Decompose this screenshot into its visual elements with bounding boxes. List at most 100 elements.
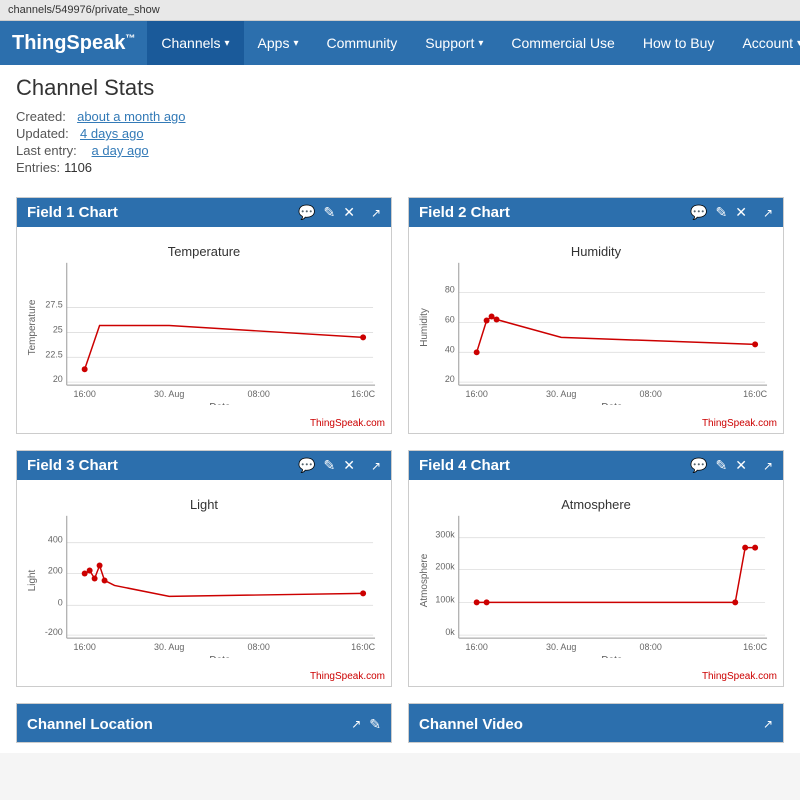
location-export-icon[interactable]: ↗ bbox=[351, 717, 361, 731]
svg-text:Humidity: Humidity bbox=[571, 244, 622, 259]
nav-support[interactable]: Support▾ bbox=[411, 21, 497, 65]
channel-video-title: Channel Video bbox=[419, 716, 523, 733]
field1-chart-icons: 💬 ✎ ✕ ↗ bbox=[298, 204, 381, 221]
url-bar: channels/549976/private_show bbox=[8, 4, 160, 16]
svg-text:25: 25 bbox=[53, 324, 63, 334]
svg-text:08:00: 08:00 bbox=[640, 642, 662, 652]
field3-chart-svg: Light Light -200 0 200 400 16:00 30. Aug… bbox=[25, 488, 383, 658]
field4-chart-title: Field 4 Chart bbox=[419, 457, 510, 474]
field3-export-icon[interactable]: ↗ bbox=[371, 459, 381, 473]
svg-text:16:00: 16:00 bbox=[465, 389, 487, 399]
svg-text:08:00: 08:00 bbox=[640, 389, 662, 399]
svg-text:16:00: 16:00 bbox=[73, 389, 95, 399]
field4-chart-header: Field 4 Chart 💬 ✎ ✕ ↗ bbox=[409, 451, 783, 480]
field1-comment-icon[interactable]: 💬 bbox=[298, 204, 315, 221]
svg-text:30. Aug: 30. Aug bbox=[154, 642, 184, 652]
stat-last-entry: Last entry: a day ago bbox=[16, 143, 784, 158]
svg-text:Light: Light bbox=[27, 569, 38, 591]
svg-text:16:00: 16:00 bbox=[465, 642, 487, 652]
brand-text: ThingSpeak bbox=[12, 32, 125, 54]
svg-text:100k: 100k bbox=[435, 594, 455, 604]
nav-apps[interactable]: Apps▾ bbox=[244, 21, 313, 65]
field3-comment-icon[interactable]: 💬 bbox=[298, 457, 315, 474]
nav-community[interactable]: Community bbox=[313, 21, 412, 65]
svg-text:30. Aug: 30. Aug bbox=[546, 642, 576, 652]
svg-text:Atmosphere: Atmosphere bbox=[419, 553, 430, 607]
nav-commercial-use[interactable]: Commercial Use bbox=[497, 21, 628, 65]
field1-chart-title: Field 1 Chart bbox=[27, 204, 118, 221]
svg-text:08:00: 08:00 bbox=[248, 642, 270, 652]
field4-chart-icons: 💬 ✎ ✕ ↗ bbox=[690, 457, 773, 474]
field4-chart-body: Atmosphere Atmosphere 0k 100k 200k 300k … bbox=[409, 480, 783, 669]
svg-text:Light: Light bbox=[190, 497, 218, 512]
field1-chart-body: Temperature Temperature 20 22.5 25 27.5 bbox=[17, 227, 391, 416]
browser-bar: channels/549976/private_show bbox=[0, 0, 800, 21]
field3-close-icon[interactable]: ✕ bbox=[343, 457, 355, 474]
nav-account[interactable]: Account▾ bbox=[728, 21, 800, 65]
field2-export-icon[interactable]: ↗ bbox=[763, 206, 773, 220]
field2-chart-svg: Humidity Humidity 20 40 60 80 16:00 30. … bbox=[417, 235, 775, 405]
nav-channels[interactable]: Channels▾ bbox=[147, 21, 243, 65]
field2-thingspeak-link[interactable]: ThingSpeak.com bbox=[409, 416, 783, 433]
svg-text:20: 20 bbox=[53, 374, 63, 384]
field2-edit-icon[interactable]: ✎ bbox=[715, 204, 727, 221]
page-title: Channel Stats bbox=[16, 75, 784, 101]
charts-grid: Field 1 Chart 💬 ✎ ✕ ↗ Temperature Temper… bbox=[16, 189, 784, 695]
nav-how-to-buy[interactable]: How to Buy bbox=[629, 21, 729, 65]
field1-thingspeak-link[interactable]: ThingSpeak.com bbox=[17, 416, 391, 433]
channel-video-header: Channel Video ↗ bbox=[409, 704, 783, 743]
field1-chart-card: Field 1 Chart 💬 ✎ ✕ ↗ Temperature Temper… bbox=[16, 197, 392, 434]
channel-stats: Created: about a month ago Updated: 4 da… bbox=[16, 109, 784, 175]
channels-arrow-icon: ▾ bbox=[225, 38, 230, 49]
field1-chart-header: Field 1 Chart 💬 ✎ ✕ ↗ bbox=[17, 198, 391, 227]
channel-location-card: Channel Location ↗ ✎ bbox=[16, 703, 392, 743]
channel-location-title: Channel Location bbox=[27, 716, 153, 733]
svg-text:80: 80 bbox=[445, 285, 455, 295]
field4-thingspeak-link[interactable]: ThingSpeak.com bbox=[409, 669, 783, 686]
brand-logo[interactable]: ThingSpeak™ bbox=[0, 32, 147, 55]
field3-chart-card: Field 3 Chart 💬 ✎ ✕ ↗ Light Light -200 0… bbox=[16, 450, 392, 687]
svg-text:400: 400 bbox=[48, 535, 63, 545]
field2-chart-icons: 💬 ✎ ✕ ↗ bbox=[690, 204, 773, 221]
svg-text:Humidity: Humidity bbox=[419, 308, 430, 347]
channel-location-icons: ↗ ✎ bbox=[351, 716, 381, 733]
location-edit-icon[interactable]: ✎ bbox=[369, 716, 381, 733]
last-entry-value[interactable]: a day ago bbox=[92, 143, 149, 158]
field2-comment-icon[interactable]: 💬 bbox=[690, 204, 707, 221]
field4-comment-icon[interactable]: 💬 bbox=[690, 457, 707, 474]
svg-text:Date: Date bbox=[209, 655, 230, 658]
svg-text:08:00: 08:00 bbox=[248, 389, 270, 399]
field3-edit-icon[interactable]: ✎ bbox=[323, 457, 335, 474]
apps-arrow-icon: ▾ bbox=[293, 38, 298, 49]
field4-export-icon[interactable]: ↗ bbox=[763, 459, 773, 473]
field3-thingspeak-link[interactable]: ThingSpeak.com bbox=[17, 669, 391, 686]
video-export-icon[interactable]: ↗ bbox=[763, 717, 773, 731]
field3-chart-header: Field 3 Chart 💬 ✎ ✕ ↗ bbox=[17, 451, 391, 480]
svg-text:30. Aug: 30. Aug bbox=[154, 389, 184, 399]
field1-edit-icon[interactable]: ✎ bbox=[323, 204, 335, 221]
field2-chart-card: Field 2 Chart 💬 ✎ ✕ ↗ Humidity Humidity … bbox=[408, 197, 784, 434]
field4-edit-icon[interactable]: ✎ bbox=[715, 457, 727, 474]
svg-text:16:0C: 16:0C bbox=[743, 642, 767, 652]
navbar: ThingSpeak™ Channels▾ Apps▾ Community Su… bbox=[0, 21, 800, 65]
svg-text:27.5: 27.5 bbox=[45, 300, 62, 310]
svg-text:16:00: 16:00 bbox=[73, 642, 95, 652]
svg-text:-200: -200 bbox=[45, 627, 63, 637]
svg-text:22.5: 22.5 bbox=[45, 349, 62, 359]
field2-close-icon[interactable]: ✕ bbox=[735, 204, 747, 221]
support-arrow-icon: ▾ bbox=[478, 38, 483, 49]
stat-created: Created: about a month ago bbox=[16, 109, 784, 124]
svg-text:16:0C: 16:0C bbox=[351, 642, 375, 652]
svg-text:Date: Date bbox=[601, 655, 622, 658]
field1-export-icon[interactable]: ↗ bbox=[371, 206, 381, 220]
svg-text:16:0C: 16:0C bbox=[351, 389, 375, 399]
svg-text:16:0C: 16:0C bbox=[743, 389, 767, 399]
svg-text:200k: 200k bbox=[435, 562, 455, 572]
created-value[interactable]: about a month ago bbox=[77, 109, 185, 124]
channel-location-header: Channel Location ↗ ✎ bbox=[17, 704, 391, 743]
updated-value[interactable]: 4 days ago bbox=[80, 126, 144, 141]
field4-close-icon[interactable]: ✕ bbox=[735, 457, 747, 474]
field1-close-icon[interactable]: ✕ bbox=[343, 204, 355, 221]
page-content: Channel Stats Created: about a month ago… bbox=[0, 65, 800, 753]
field1-chart-svg: Temperature Temperature 20 22.5 25 27.5 bbox=[25, 235, 383, 405]
